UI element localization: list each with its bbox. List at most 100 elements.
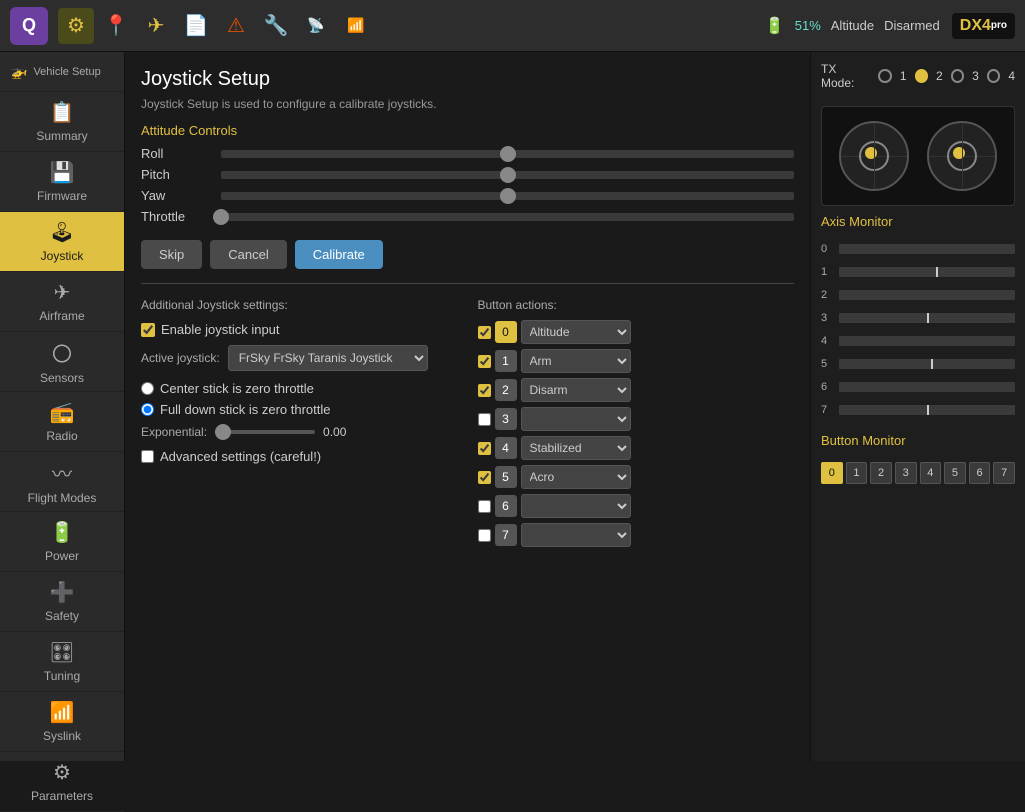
tx-mode-4-label: 4 [1008,69,1015,83]
axis-mon-ind-5 [931,359,933,369]
fly-nav-icon[interactable]: ✈ [138,8,174,44]
section-divider [141,283,794,284]
bars-icon: 📶 [338,8,374,44]
joystick-left-dot [865,147,877,159]
joystick-left-inner [859,141,889,171]
btn-action-check-6[interactable] [478,500,491,513]
warning-nav-icon[interactable]: ⚠ [218,8,254,44]
btn-mon-item-0[interactable]: 0 [821,462,843,484]
btn-action-check-0[interactable] [478,326,491,339]
calibrate-button[interactable]: Calibrate [295,240,383,269]
active-joystick-dropdown[interactable]: FrSky FrSky Taranis Joystick [228,345,428,371]
calibration-buttons: Skip Cancel Calibrate [141,240,794,269]
tx-mode-3-label: 3 [972,69,979,83]
summary-icon: 📋 [50,100,75,125]
btn-mon-item-3[interactable]: 3 [895,462,917,484]
axis-mon-label-0: 0 [821,243,833,255]
btn-action-dropdown-5[interactable]: Acro [521,465,631,489]
skip-button[interactable]: Skip [141,240,202,269]
tx-mode-radio-4[interactable] [987,69,1000,83]
tx-mode-radio-2[interactable] [915,69,928,83]
analyze-nav-icon[interactable]: 📄 [178,8,214,44]
axis-mon-row-2: 2 [821,289,1015,301]
app-logo[interactable]: Q [10,7,48,45]
btn-action-dropdown-7[interactable] [521,523,631,547]
sidebar-item-sensors[interactable]: 〇 Sensors [0,332,124,392]
btn-mon-item-6[interactable]: 6 [969,462,991,484]
safety-icon: ➕ [50,580,75,605]
sidebar-item-flight-modes[interactable]: 〰 Flight Modes [0,452,124,512]
page-title: Joystick Setup [141,68,794,91]
sidebar-item-firmware[interactable]: 💾 Firmware [0,152,124,212]
parameters-icon: ⚙ [53,760,71,785]
sidebar-item-syslink[interactable]: 📶 Syslink [0,692,124,752]
btn-num-6: 6 [495,495,517,517]
sidebar-item-power[interactable]: 🔋 Power [0,512,124,572]
sidebar-item-radio[interactable]: 📻 Radio [0,392,124,452]
btn-action-check-3[interactable] [478,413,491,426]
sidebar-item-safety[interactable]: ➕ Safety [0,572,124,632]
brand-sub: pro [991,20,1007,31]
axis-monitor-title: Axis Monitor [821,214,1015,229]
tx-mode-1-label: 1 [900,69,907,83]
arm-status: Disarmed [884,18,940,33]
btn-action-check-7[interactable] [478,529,491,542]
btn-num-4: 4 [495,437,517,459]
tx-mode-radio-3[interactable] [951,69,964,83]
btn-mon-item-1[interactable]: 1 [846,462,868,484]
sidebar-item-parameters[interactable]: ⚙ Parameters [0,752,124,812]
button-action-row-2: 2 Disarm [478,378,795,402]
btn-action-dropdown-2[interactable]: Disarm [521,378,631,402]
btn-action-dropdown-4[interactable]: Stabilized [521,436,631,460]
full-down-radio[interactable] [141,403,154,416]
button-action-row-3: 3 [478,407,795,431]
plan-nav-icon[interactable]: 📍 [98,8,134,44]
vehicle-setup-nav-icon[interactable]: ⚙ [58,8,94,44]
sidebar-item-airframe[interactable]: ✈ Airframe [0,272,124,332]
tx-mode-row: TX Mode: 1 2 3 4 [821,62,1015,90]
btn-action-check-1[interactable] [478,355,491,368]
throttle-bar [221,213,794,221]
btn-mon-item-4[interactable]: 4 [920,462,942,484]
center-stick-radio[interactable] [141,382,154,395]
btn-num-0: 0 [495,321,517,343]
radio-icon: 📻 [50,400,75,425]
exponential-slider[interactable] [215,430,315,434]
tools-nav-icon[interactable]: 🔧 [258,8,294,44]
sidebar-tuning-label: Tuning [44,669,80,683]
tx-mode-radio-1[interactable] [878,69,891,83]
joystick-left-stick [839,121,909,191]
btn-mon-item-2[interactable]: 2 [870,462,892,484]
btn-mon-item-7[interactable]: 7 [993,462,1015,484]
btn-action-dropdown-0[interactable]: Altitude [521,320,631,344]
roll-axis-row: Roll [141,146,794,161]
cancel-button[interactable]: Cancel [210,240,286,269]
content-area: Joystick Setup Joystick Setup is used to… [125,52,810,761]
btn-mon-item-5[interactable]: 5 [944,462,966,484]
throttle-label: Throttle [141,209,221,224]
advanced-settings-checkbox[interactable] [141,450,154,463]
btn-action-check-4[interactable] [478,442,491,455]
tx-mode-2-label: 2 [936,69,943,83]
attitude-controls-title: Attitude Controls [141,123,794,138]
joystick-right-dot [953,147,965,159]
btn-action-dropdown-3[interactable] [521,407,631,431]
sidebar-item-summary[interactable]: 📋 Summary [0,92,124,152]
btn-action-check-2[interactable] [478,384,491,397]
btn-num-3: 3 [495,408,517,430]
btn-action-dropdown-1[interactable]: Arm [521,349,631,373]
btn-action-dropdown-6[interactable] [521,494,631,518]
axis-mon-ind-3 [927,313,929,323]
button-action-row-1: 1 Arm [478,349,795,373]
axis-mon-label-5: 5 [821,358,833,370]
enable-joystick-checkbox[interactable] [141,323,155,337]
axis-mon-label-1: 1 [821,266,833,278]
sidebar-flight-modes-label: Flight Modes [28,491,97,505]
axis-mon-ind-1 [936,267,938,277]
sidebar-item-joystick[interactable]: 🕹 Joystick [0,212,124,272]
yaw-indicator [500,188,516,204]
joystick-right-stick [927,121,997,191]
sidebar-item-tuning[interactable]: 🎛 Tuning [0,632,124,692]
btn-action-check-5[interactable] [478,471,491,484]
sidebar-item-vehicle-setup[interactable]: 🚁 Vehicle Setup [0,52,124,92]
